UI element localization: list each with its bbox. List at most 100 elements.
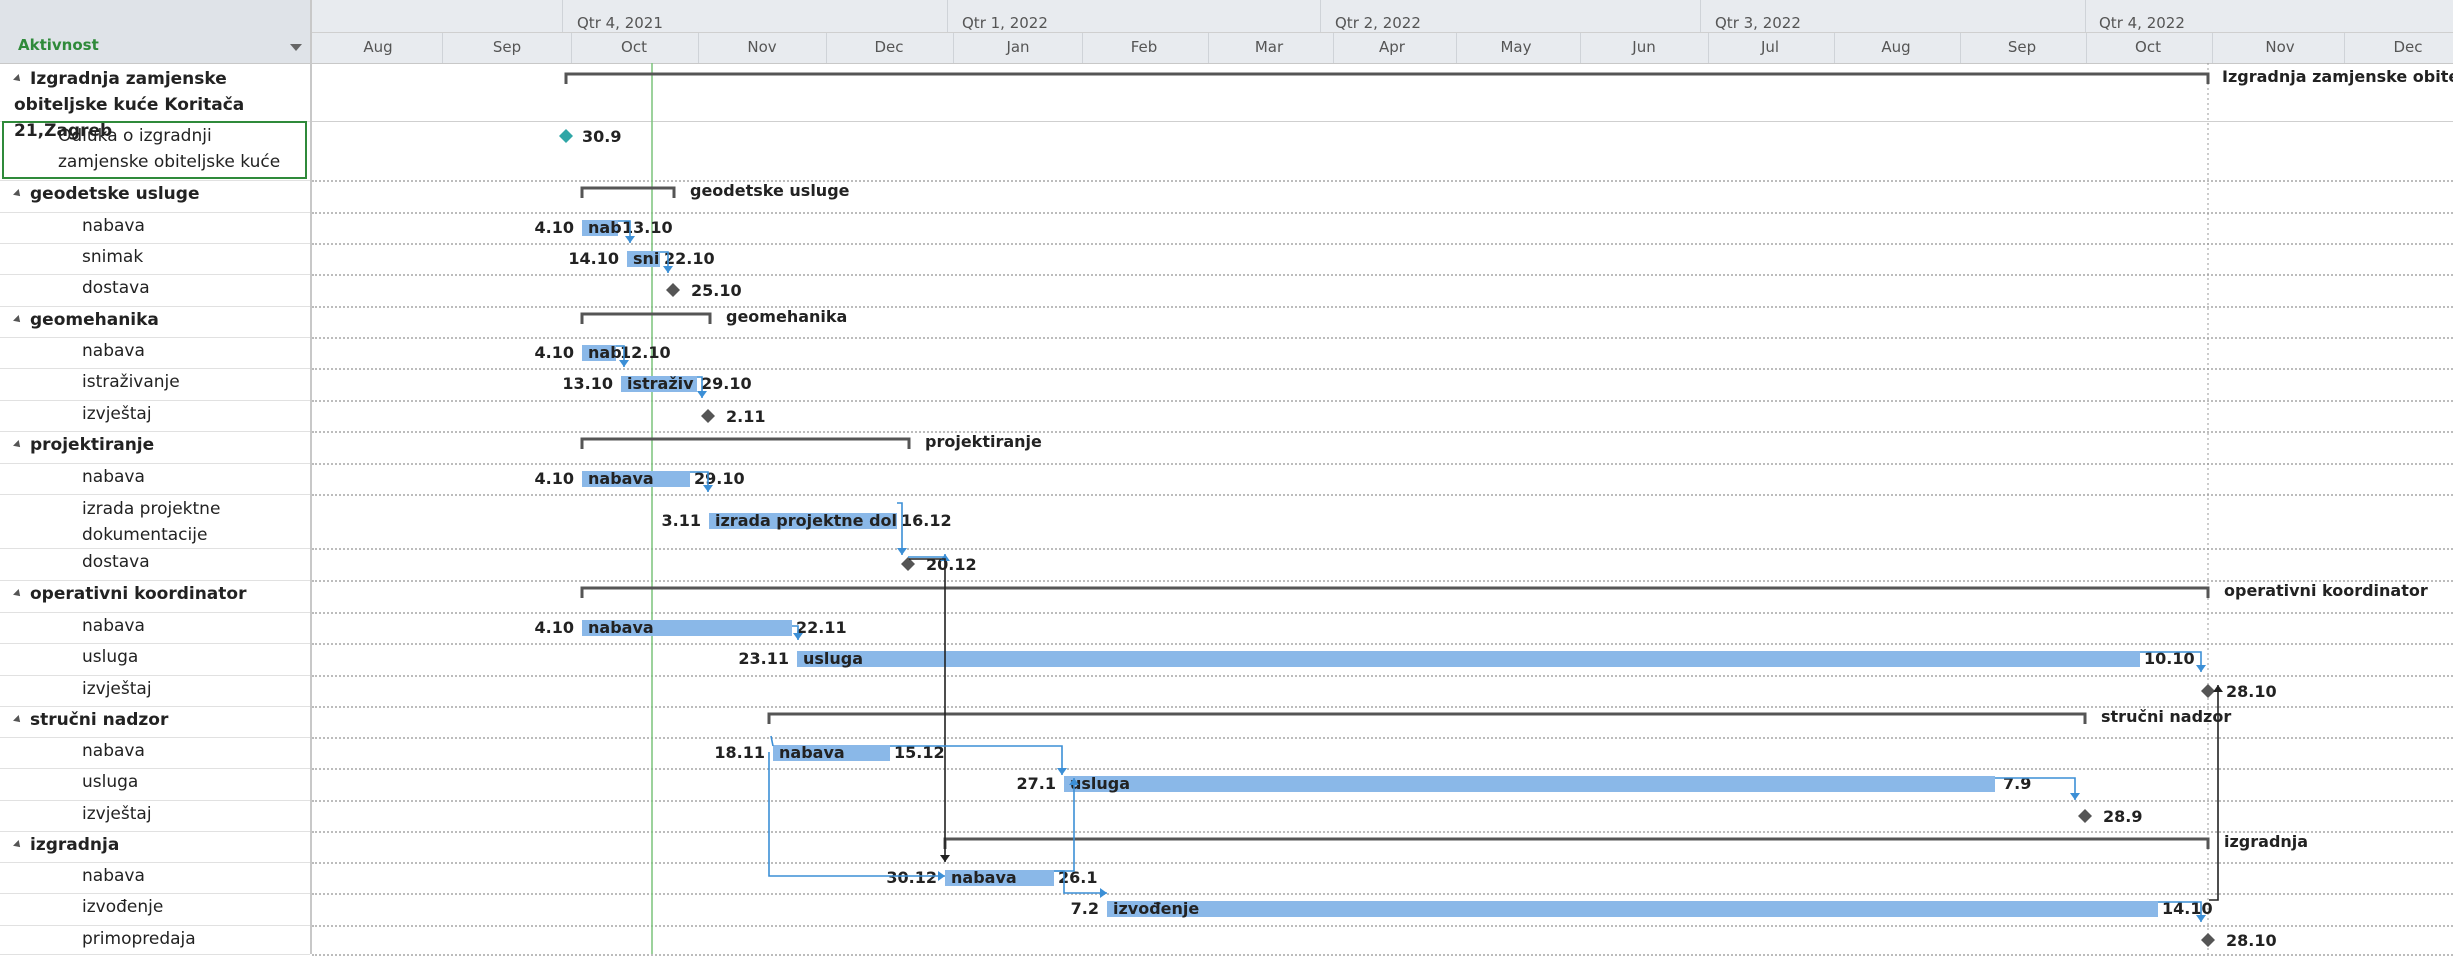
task-row[interactable]: izvještaj <box>82 801 300 827</box>
row-divider <box>0 494 310 495</box>
link-arrow <box>2213 685 2223 692</box>
finish-date-label: 16.12 <box>901 511 952 530</box>
start-date-label: 30.12 <box>886 868 937 887</box>
link-arrow <box>1100 888 1107 898</box>
start-date-label: 4.10 <box>535 218 574 237</box>
task-row[interactable]: izvještaj <box>82 401 300 427</box>
task-name: izrada projektne dokumentacije <box>82 499 221 545</box>
start-date-label: 13.10 <box>562 374 613 393</box>
link-arrow <box>625 236 635 243</box>
task-row[interactable]: nabava <box>82 464 300 490</box>
task-row[interactable]: dostava <box>82 275 300 301</box>
task-row[interactable]: primopredaja <box>82 926 300 952</box>
link-arrow <box>697 391 707 398</box>
milestone-diamond[interactable] <box>666 283 680 297</box>
task-row[interactable]: izrada projektne dokumentacije <box>82 496 300 548</box>
task-name: operativni koordinator <box>30 584 247 604</box>
task-pane: Aktivnost Izgradnja zamjenske obiteljske… <box>0 0 312 955</box>
summary-task-row[interactable]: geodetske usluge <box>13 181 300 207</box>
link-arrow <box>897 548 907 555</box>
summary-bar[interactable] <box>943 837 2210 849</box>
task-bar-text: usluga <box>803 649 863 668</box>
task-row[interactable]: nabava <box>82 613 300 639</box>
gantt-view: Aktivnost Izgradnja zamjenske obiteljske… <box>0 0 2453 956</box>
task-row[interactable]: istraživanje <box>82 369 300 395</box>
activity-column-header[interactable]: Aktivnost <box>0 0 310 64</box>
task-row[interactable]: usluga <box>82 644 300 670</box>
collapse-triangle-icon[interactable] <box>13 840 23 850</box>
task-row[interactable]: dostava <box>82 549 300 575</box>
collapse-triangle-icon[interactable] <box>13 315 23 325</box>
summary-bar-label: projektiranje <box>925 432 1042 451</box>
summary-bar-label: Izgradnja zamjenske obitelj <box>2222 67 2453 86</box>
summary-task-row[interactable]: geomehanika <box>13 307 300 333</box>
finish-date-label: 22.11 <box>796 618 847 637</box>
finish-date-label: 22.10 <box>664 249 715 268</box>
summary-bar-label: geomehanika <box>726 307 847 326</box>
task-row[interactable]: nabava <box>82 213 300 239</box>
finish-date-label: 29.10 <box>701 374 752 393</box>
task-bar-text: usluga <box>1070 774 1130 793</box>
task-row[interactable]: izvještaj <box>82 676 300 702</box>
task-row[interactable]: nabava <box>82 863 300 889</box>
collapse-triangle-icon[interactable] <box>13 74 23 84</box>
task-name: izvođenje <box>82 897 164 917</box>
gantt-graphics: Izgradnja zamjenske obitelj 30.9 geodetske… <box>535 63 2453 954</box>
collapse-triangle-icon[interactable] <box>13 715 23 725</box>
summary-task-row[interactable]: izgradnja <box>13 832 300 858</box>
start-date-label: 27.1 <box>1017 774 1056 793</box>
task-row[interactable]: nabava <box>82 338 300 364</box>
task-name: projektiranje <box>30 435 155 455</box>
link-arrow <box>938 871 945 881</box>
summary-bar[interactable] <box>580 186 676 198</box>
start-date-label: 7.2 <box>1071 899 1099 918</box>
summary-bar[interactable] <box>580 586 2210 598</box>
task-bar-text: nabava <box>779 743 845 762</box>
milestone-diamond[interactable] <box>2078 809 2092 823</box>
task-name: izgradnja <box>30 835 120 855</box>
task-name: dostava <box>82 552 150 572</box>
row-divider <box>0 954 310 955</box>
task-row[interactable]: izvođenje <box>82 894 300 920</box>
task-name: stručni nadzor <box>30 710 169 730</box>
task-name: primopredaja <box>82 929 196 949</box>
collapse-triangle-icon[interactable] <box>13 440 23 450</box>
milestone-diamond[interactable] <box>2201 684 2215 698</box>
task-bar-text: istraživ <box>627 374 694 393</box>
task-row[interactable]: nabava <box>82 738 300 764</box>
summary-task-row[interactable]: stručni nadzor <box>13 707 300 733</box>
milestone-date-label: 25.10 <box>691 281 742 300</box>
summary-task-row[interactable]: projektiranje <box>13 432 300 458</box>
milestone-date-label: 30.9 <box>582 127 621 146</box>
chevron-down-icon[interactable] <box>290 44 302 51</box>
milestone-diamond[interactable] <box>2201 933 2215 947</box>
task-bar[interactable] <box>1064 776 1995 792</box>
milestone-diamond[interactable] <box>559 129 573 143</box>
collapse-triangle-icon[interactable] <box>13 189 23 199</box>
summary-bar[interactable] <box>580 437 911 449</box>
summary-bar[interactable] <box>564 72 2210 84</box>
summary-bar[interactable] <box>767 712 2087 724</box>
dependency-link <box>909 558 946 862</box>
task-bar-text: izrada projektne dol <box>715 511 897 530</box>
start-date-label: 14.10 <box>568 249 619 268</box>
link-arrow <box>619 360 629 367</box>
finish-date-label: 7.9 <box>2003 774 2031 793</box>
link-arrow <box>2196 915 2206 922</box>
task-row[interactable]: snimak <box>82 244 300 270</box>
task-bar[interactable] <box>1107 901 2158 917</box>
collapse-triangle-icon[interactable] <box>13 589 23 599</box>
task-bar-text: izvođenje <box>1113 899 1199 918</box>
milestone-date-label: 20.12 <box>926 555 977 574</box>
milestone-date-label: 2.11 <box>726 407 765 426</box>
summary-bar-label: izgradnja <box>2224 832 2308 851</box>
gantt-chart: Qtr 4, 2021 Qtr 1, 2022 Qtr 2, 2022 Qtr 3, … <box>312 0 2453 956</box>
task-bar[interactable] <box>797 651 2140 667</box>
dependency-link <box>768 752 945 877</box>
summary-task-row[interactable]: operativni koordinator <box>13 581 300 607</box>
task-name: izvještaj <box>82 404 152 424</box>
milestone-diamond[interactable] <box>701 409 715 423</box>
task-row[interactable]: usluga <box>82 769 300 795</box>
task-bar-text: nabava <box>951 868 1017 887</box>
summary-bar[interactable] <box>580 312 712 324</box>
